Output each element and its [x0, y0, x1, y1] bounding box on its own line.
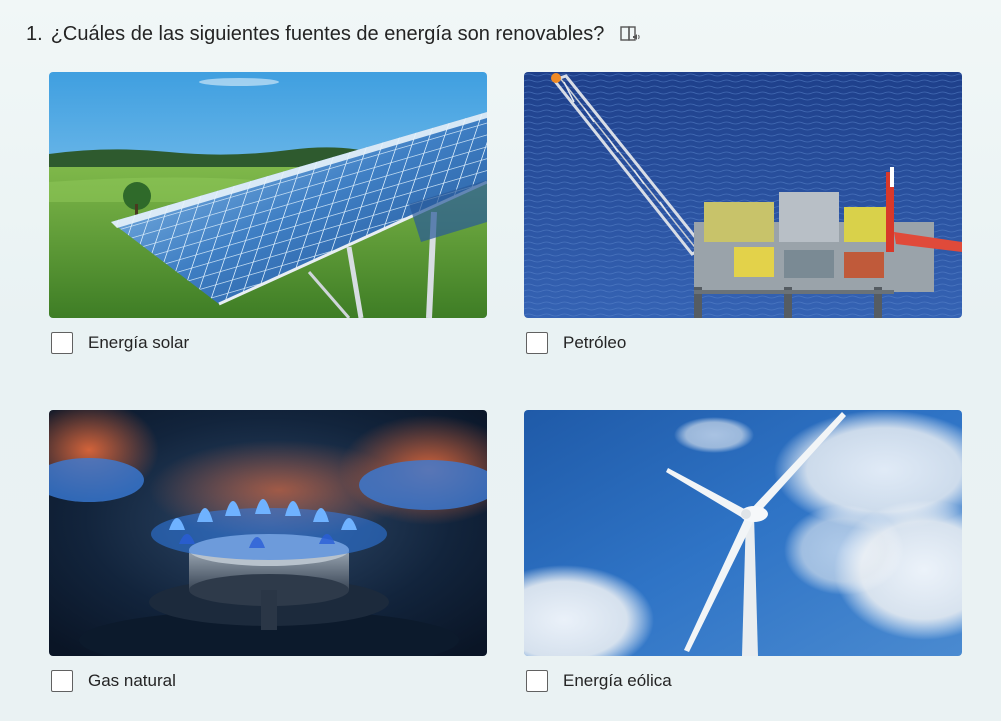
option-label-solar: Energía solar	[88, 333, 190, 352]
question-text: ¿Cuáles de las siguientes fuentes de ene…	[50, 23, 605, 45]
checkbox-gas[interactable]	[51, 670, 73, 692]
option-label-gas: Gas natural	[88, 671, 176, 690]
option-card-gas: Gas natural	[49, 410, 487, 692]
option-solar[interactable]: Energía solar	[51, 332, 487, 354]
checkbox-wind[interactable]	[526, 670, 548, 692]
wind-turbine-photo	[524, 410, 962, 656]
option-card-oil: Petróleo	[524, 72, 962, 354]
option-label-oil: Petróleo	[563, 333, 627, 352]
immersive-reader-icon[interactable]	[618, 22, 642, 46]
option-oil[interactable]: Petróleo	[526, 332, 962, 354]
question-number: 1.	[26, 23, 43, 45]
option-card-solar: Energía solar	[49, 72, 487, 354]
option-label-wind: Energía eólica	[563, 671, 672, 690]
option-wind[interactable]: Energía eólica	[526, 670, 962, 692]
gas-burner-photo	[49, 410, 487, 656]
question-title: 1. ¿Cuáles de las siguientes fuentes de …	[26, 21, 642, 47]
oil-platform-photo	[524, 72, 962, 318]
option-card-wind: Energía eólica	[524, 410, 962, 692]
checkbox-solar[interactable]	[51, 332, 73, 354]
checkbox-oil[interactable]	[526, 332, 548, 354]
solar-panels-photo	[49, 72, 487, 318]
option-gas[interactable]: Gas natural	[51, 670, 487, 692]
